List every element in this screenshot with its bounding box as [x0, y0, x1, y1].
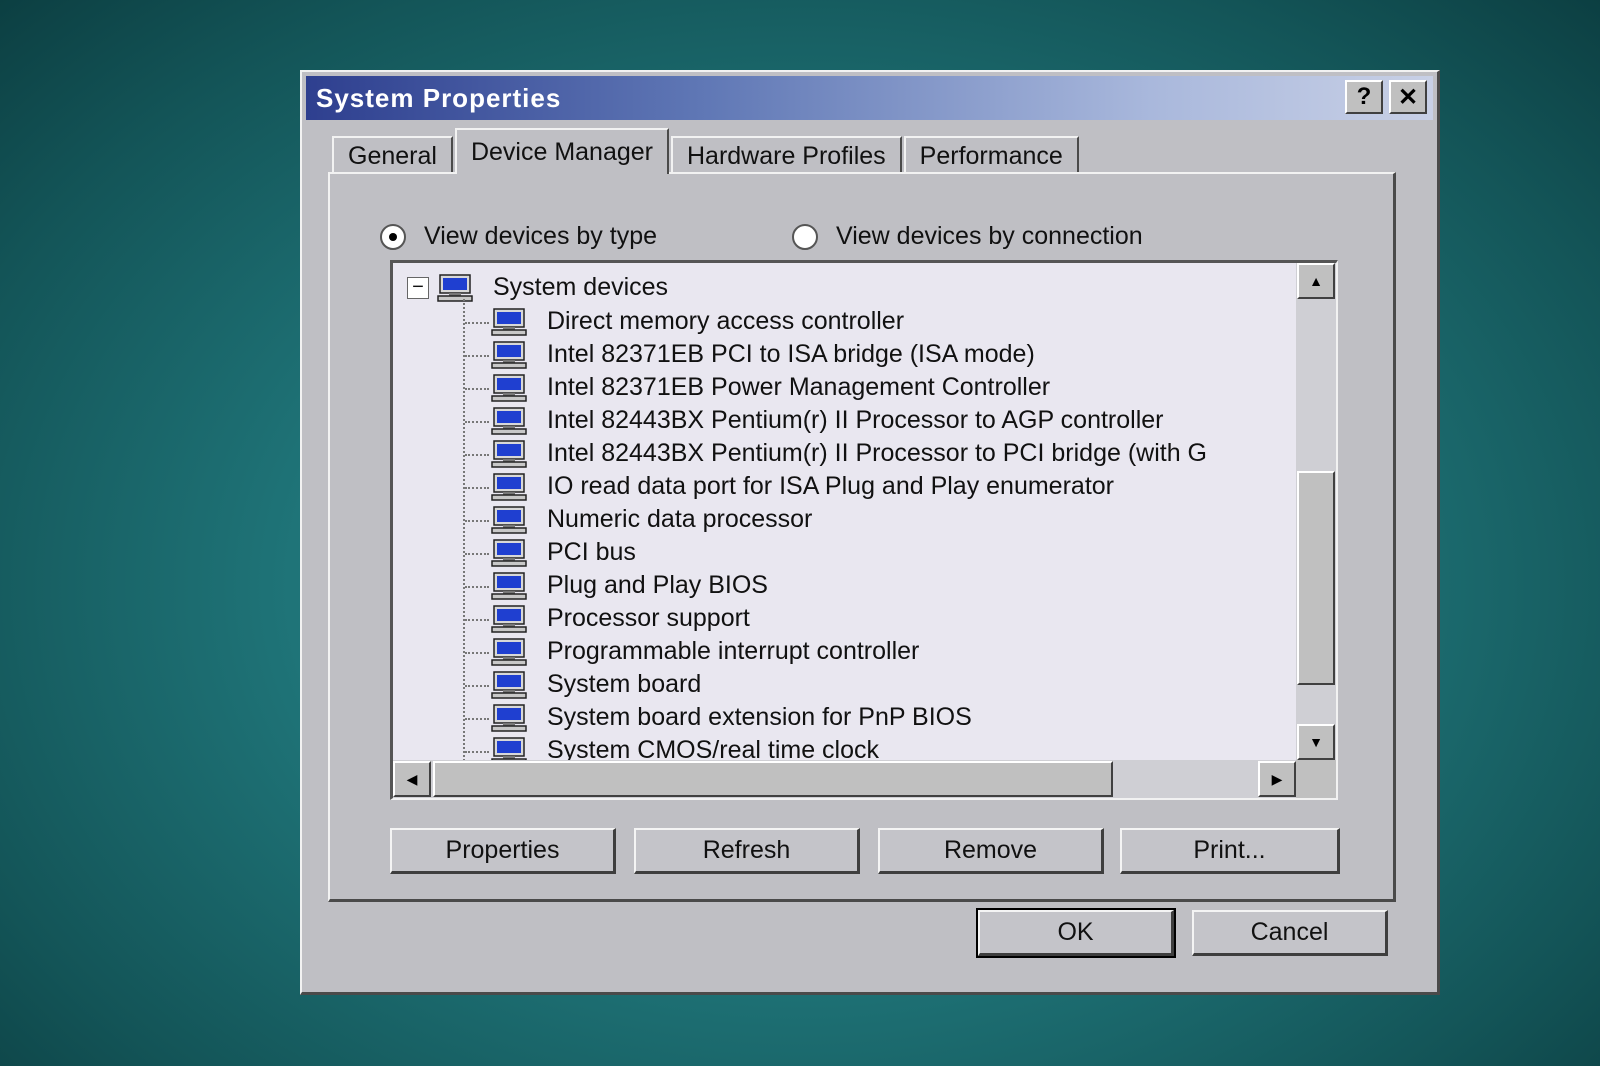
device-icon: [491, 671, 527, 699]
print-button[interactable]: Print...: [1120, 828, 1340, 874]
vertical-scroll-thumb[interactable]: [1297, 471, 1335, 685]
tree-node-label: Intel 82371EB PCI to ISA bridge (ISA mod…: [547, 340, 1035, 368]
tree-node-device[interactable]: PCI bus: [491, 536, 636, 569]
tree-guide-branch: [465, 586, 489, 588]
device-icon: [491, 473, 527, 501]
scroll-left-arrow-icon[interactable]: ◀: [393, 761, 431, 797]
scroll-down-arrow-icon[interactable]: ▼: [1297, 724, 1335, 760]
ok-button[interactable]: OK: [976, 908, 1176, 958]
device-icon: [491, 341, 527, 369]
cancel-button[interactable]: Cancel: [1192, 910, 1388, 956]
view-by-connection-option[interactable]: View devices by connection: [792, 222, 1143, 251]
help-button[interactable]: ?: [1345, 80, 1383, 114]
tree-node-label: Intel 82371EB Power Management Controlle…: [547, 373, 1051, 401]
close-button[interactable]: ✕: [1389, 80, 1427, 114]
tree-guide-branch: [465, 520, 489, 522]
device-icon: [491, 704, 527, 732]
tree-node-system-devices[interactable]: System devices: [437, 271, 668, 304]
tree-node-label: System board extension for PnP BIOS: [547, 703, 972, 731]
scroll-up-arrow-icon[interactable]: ▲: [1297, 263, 1335, 299]
tree-node-label: Plug and Play BIOS: [547, 571, 768, 599]
tree-node-device[interactable]: Direct memory access controller: [491, 305, 904, 338]
tree-node-device[interactable]: Intel 82443BX Pentium(r) II Processor to…: [491, 437, 1207, 470]
computer-icon: [437, 274, 473, 302]
tree-node-label: System board: [547, 670, 702, 698]
properties-button[interactable]: Properties: [390, 828, 616, 874]
tree-node-label: Processor support: [547, 604, 750, 632]
device-icon: [491, 440, 527, 468]
tree-node-device[interactable]: Numeric data processor: [491, 503, 812, 536]
remove-button[interactable]: Remove: [878, 828, 1104, 874]
tree-node-label: Intel 82443BX Pentium(r) II Processor to…: [547, 406, 1164, 434]
tree-node-label: System devices: [493, 273, 669, 301]
tree-guide-branch: [465, 685, 489, 687]
tree-node-label: Intel 82443BX Pentium(r) II Processor to…: [547, 439, 1207, 467]
horizontal-scroll-thumb[interactable]: [433, 761, 1113, 797]
device-icon: [491, 539, 527, 567]
window-title: System Properties: [316, 82, 562, 113]
tree-guide-branch: [465, 751, 489, 753]
horizontal-scrollbar[interactable]: ◀ ▶: [393, 760, 1296, 798]
device-icon: [491, 407, 527, 435]
view-by-type-option[interactable]: View devices by type: [380, 222, 657, 251]
tree-node-device[interactable]: Plug and Play BIOS: [491, 569, 768, 602]
tree-node-device[interactable]: System board extension for PnP BIOS: [491, 701, 972, 734]
refresh-button[interactable]: Refresh: [634, 828, 860, 874]
device-icon: [491, 374, 527, 402]
device-icon: [491, 638, 527, 666]
tab-performance[interactable]: Performance: [903, 136, 1079, 174]
tab-strip: General Device Manager Hardware Profiles…: [332, 128, 1081, 174]
tree-node-device[interactable]: Intel 82371EB Power Management Controlle…: [491, 371, 1050, 404]
tree-node-device[interactable]: Programmable interrupt controller: [491, 635, 919, 668]
device-icon: [491, 506, 527, 534]
tree-node-device[interactable]: Processor support: [491, 602, 750, 635]
tree-node-device[interactable]: System board: [491, 668, 701, 701]
tree-guide-branch: [465, 322, 489, 324]
tree-node-label: PCI bus: [547, 538, 636, 566]
tree-guide-line: [463, 299, 465, 760]
tree-node-device[interactable]: Intel 82443BX Pentium(r) II Processor to…: [491, 404, 1164, 437]
tree-node-label: IO read data port for ISA Plug and Play …: [547, 472, 1114, 500]
tree-node-label: Programmable interrupt controller: [547, 637, 920, 665]
device-icon: [491, 737, 527, 761]
view-by-type-radio[interactable]: [380, 223, 406, 250]
tab-hardware-profiles[interactable]: Hardware Profiles: [670, 136, 902, 174]
view-by-type-label: View devices by type: [424, 222, 657, 250]
device-icon: [491, 572, 527, 600]
vertical-scrollbar[interactable]: ▲ ▼: [1296, 263, 1336, 760]
scrollbar-corner: [1296, 760, 1336, 798]
collapse-icon[interactable]: −: [407, 277, 429, 299]
tree-guide-branch: [465, 388, 489, 390]
device-manager-panel: View devices by type View devices by con…: [328, 172, 1396, 902]
tree-guide-branch: [465, 421, 489, 423]
view-by-connection-radio[interactable]: [792, 223, 818, 250]
tree-guide-branch: [465, 355, 489, 357]
scroll-right-arrow-icon[interactable]: ▶: [1258, 761, 1296, 797]
tab-device-manager[interactable]: Device Manager: [454, 128, 669, 174]
tree-node-device[interactable]: IO read data port for ISA Plug and Play …: [491, 470, 1114, 503]
device-tree[interactable]: − System devices Direct memory access co…: [390, 260, 1338, 800]
tree-node-label: System CMOS/real time clock: [547, 736, 880, 760]
tree-node-label: Direct memory access controller: [547, 307, 905, 335]
tree-guide-branch: [465, 487, 489, 489]
system-properties-window: System Properties ? ✕ General Device Man…: [300, 70, 1440, 995]
tab-general[interactable]: General: [332, 136, 453, 174]
tree-guide-branch: [465, 718, 489, 720]
tree-guide-branch: [465, 553, 489, 555]
tree-guide-branch: [465, 652, 489, 654]
tree-node-label: Numeric data processor: [547, 505, 813, 533]
tree-node-device[interactable]: System CMOS/real time clock: [491, 734, 879, 760]
device-tree-content: − System devices Direct memory access co…: [393, 263, 1296, 760]
view-by-connection-label: View devices by connection: [836, 222, 1143, 250]
tree-guide-branch: [465, 619, 489, 621]
device-icon: [491, 308, 527, 336]
tree-node-device[interactable]: Intel 82371EB PCI to ISA bridge (ISA mod…: [491, 338, 1035, 371]
tree-guide-branch: [465, 454, 489, 456]
device-icon: [491, 605, 527, 633]
title-bar[interactable]: System Properties ? ✕: [306, 76, 1433, 120]
